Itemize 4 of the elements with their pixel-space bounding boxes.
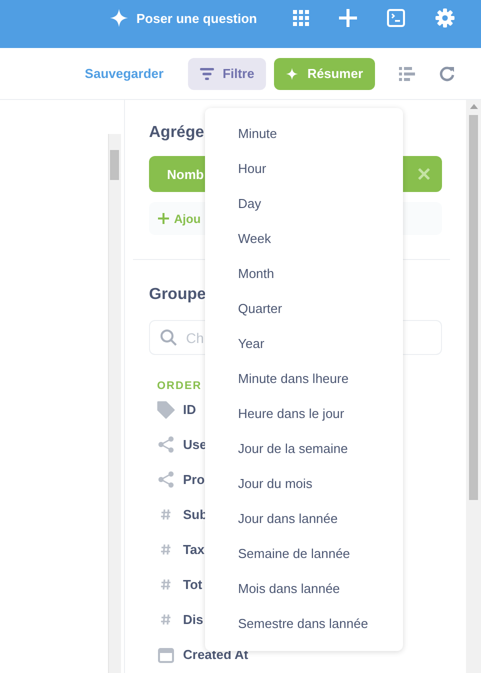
table-label: ORDER bbox=[157, 380, 203, 392]
metric-label: Nomb bbox=[167, 166, 204, 182]
section-title: Agrége bbox=[149, 124, 204, 142]
section-title: Groupe bbox=[149, 286, 206, 304]
